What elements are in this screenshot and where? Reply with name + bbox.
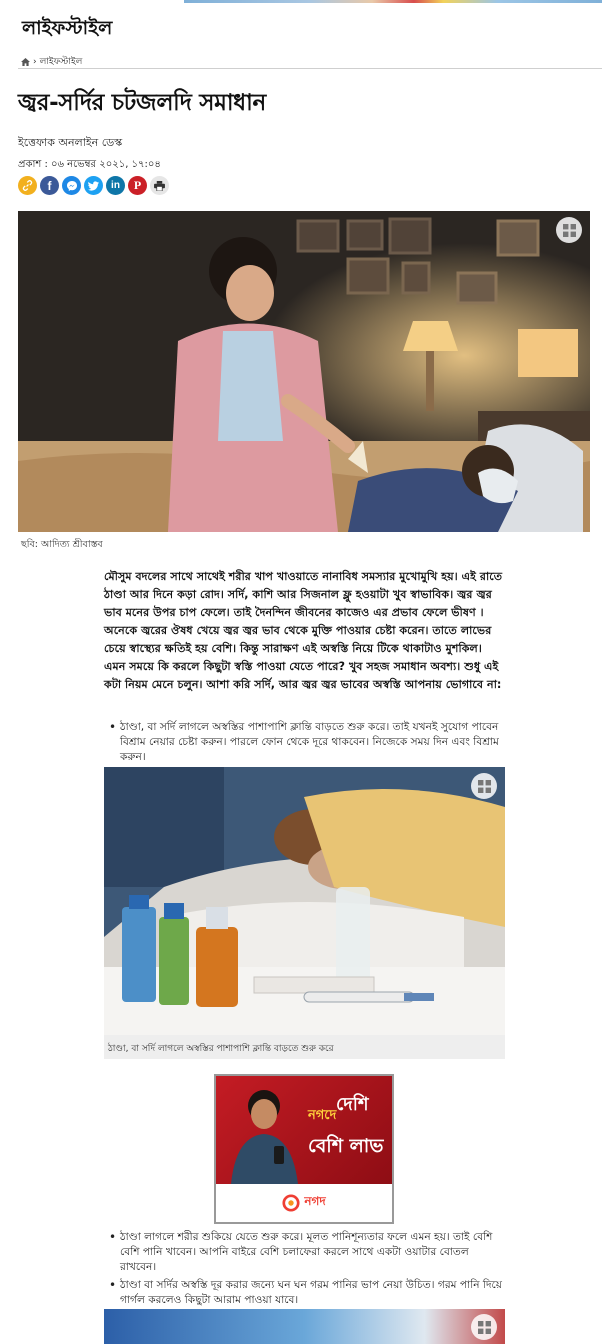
nagad-logo-icon — [282, 1194, 300, 1212]
article-lead-paragraph: মৌসুম বদলের সাথে সাথেই শরীর খাপ খাওয়াতে… — [104, 570, 503, 691]
article-published-date: প্রকাশ : ০৬ নভেম্বর ২০২১, ১৭:০৪ — [18, 159, 161, 170]
breadcrumb-separator: › — [33, 56, 37, 67]
print-icon — [154, 180, 165, 191]
ad-banner-top: দেশি নগদে বেশি লাভ — [216, 1076, 392, 1184]
article-image-2-caption: ঠাণ্ডা, বা সর্দি লাগলে অস্বস্তির পাশাপাশ… — [104, 1035, 505, 1059]
list-item: ঠাণ্ডা বা সর্দির অস্বস্তি দূর করার জন্যে… — [104, 1278, 504, 1308]
linkedin-share-button[interactable]: in — [106, 176, 125, 195]
article-author: ইত্তেফাক অনলাইন ডেস্ক — [18, 136, 123, 149]
pinterest-icon: P — [133, 178, 142, 192]
breadcrumb: › লাইফস্টাইল — [21, 54, 82, 69]
messenger-share-button[interactable] — [62, 176, 81, 195]
twitter-icon — [88, 180, 99, 191]
sick-woman-illustration — [104, 767, 505, 1035]
article-image-3[interactable] — [104, 1309, 505, 1344]
gallery-icon[interactable] — [471, 773, 497, 799]
messenger-icon — [66, 180, 77, 191]
section-title[interactable]: লাইফস্টাইল — [22, 14, 112, 46]
ad-headline-3: বেশি লাভ — [308, 1135, 384, 1157]
article-headline: জ্বর-সর্দির চটজলদি সমাধান — [18, 90, 266, 116]
twitter-share-button[interactable] — [84, 176, 103, 195]
ad-brand-name: নগদ — [304, 1194, 326, 1208]
divider — [18, 68, 602, 69]
ad-brand-bar: নগদ — [216, 1184, 392, 1222]
pinterest-share-button[interactable]: P — [128, 176, 147, 195]
article-image-2[interactable] — [104, 767, 505, 1035]
list-item: ঠাণ্ডা, বা সর্দি লাগলে অস্বস্তির পাশাপাশ… — [104, 720, 504, 765]
gallery-icon[interactable] — [471, 1314, 497, 1340]
nagad-advertisement[interactable]: দেশি নগদে বেশি লাভ নগদ — [214, 1074, 394, 1224]
gallery-icon[interactable] — [556, 217, 582, 243]
hero-image[interactable] — [18, 211, 590, 532]
ad-headline-1: দেশি — [336, 1094, 369, 1115]
facebook-icon: f — [47, 178, 52, 193]
home-icon[interactable] — [21, 57, 30, 66]
ad-headline-2: নগদে — [308, 1108, 337, 1123]
print-button[interactable] — [150, 176, 169, 195]
copy-link-button[interactable] — [18, 176, 37, 195]
share-bar: f in P — [18, 176, 169, 195]
top-ad-banner[interactable] — [184, 0, 602, 3]
hero-illustration — [18, 211, 590, 532]
list-item: ঠাণ্ডা লাগলে শরীর শুকিয়ে যেতে শুরু করে।… — [104, 1230, 504, 1275]
facebook-share-button[interactable]: f — [40, 176, 59, 195]
hero-image-caption: ছবি: আদিত্য শ্রীবাস্তব — [21, 539, 103, 550]
breadcrumb-current[interactable]: লাইফস্টাইল — [40, 54, 83, 69]
linkedin-icon: in — [111, 180, 120, 191]
link-icon — [22, 180, 33, 191]
